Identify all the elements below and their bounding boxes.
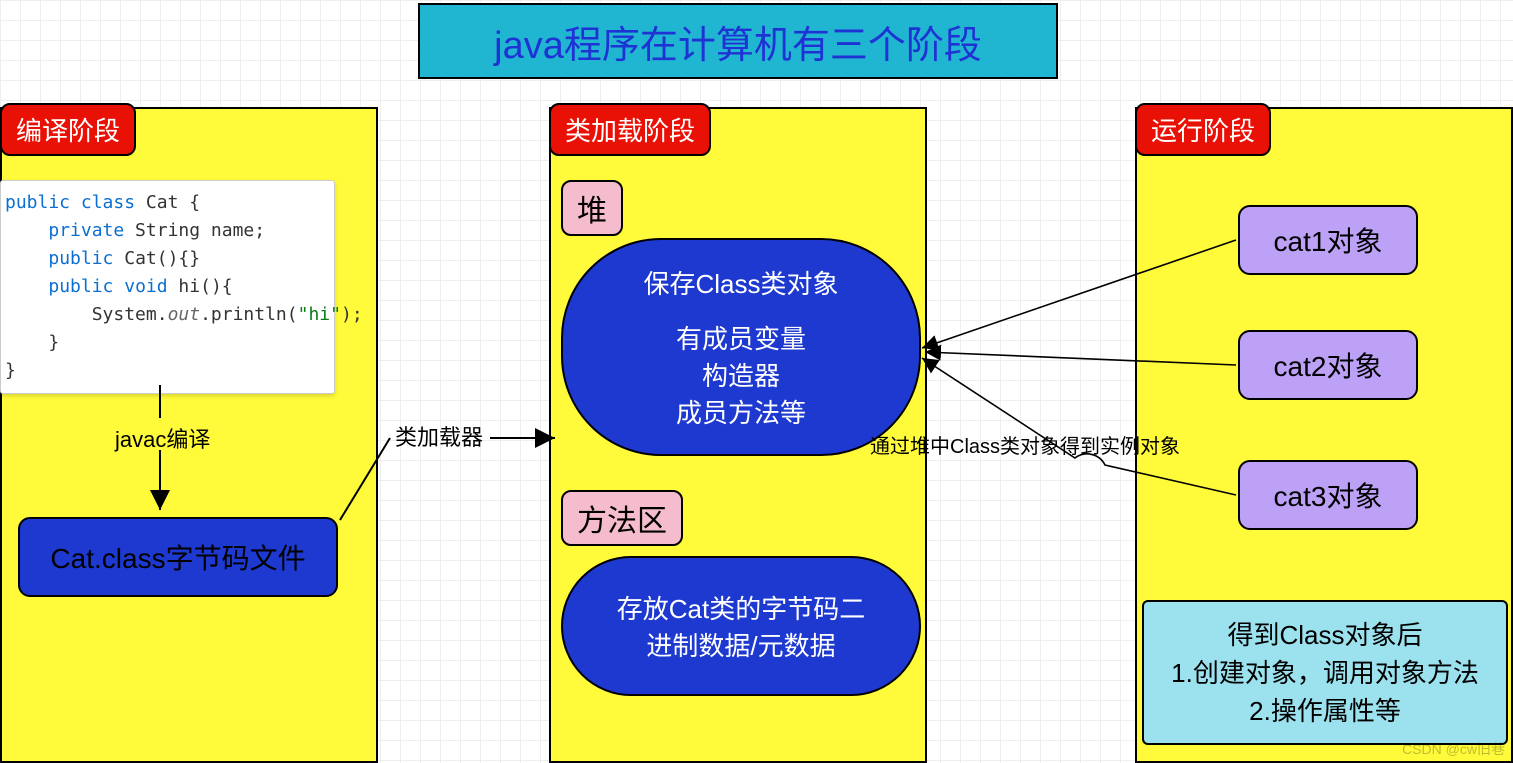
- result-box: 得到Class对象后 1.创建对象，调用对象方法 2.操作属性等: [1142, 600, 1508, 745]
- watermark: CSDN @cw旧巷: [1402, 739, 1505, 759]
- bytecode-box: Cat.class字节码文件: [18, 517, 338, 597]
- cat2-object: cat2对象: [1238, 330, 1418, 400]
- classloader-label: 类加载器: [395, 420, 483, 452]
- stage-load-label: 类加载阶段: [549, 103, 711, 156]
- instance-label: 通过堆中Class类对象得到实例对象: [870, 430, 1180, 459]
- stage-compile-label: 编译阶段: [0, 103, 136, 156]
- stage-run-label: 运行阶段: [1135, 103, 1271, 156]
- method-area-tag: 方法区: [561, 490, 683, 546]
- heap-tag: 堆: [561, 180, 623, 236]
- code-snippet: public class Cat { private String name; …: [0, 180, 335, 394]
- cat1-object: cat1对象: [1238, 205, 1418, 275]
- heap-object-box: 保存Class类对象 有成员变量 构造器 成员方法等: [561, 238, 921, 456]
- cat3-object: cat3对象: [1238, 460, 1418, 530]
- title-text: java程序在计算机有三个阶段: [494, 14, 982, 69]
- javac-label: javac编译: [115, 422, 210, 454]
- diagram-title: java程序在计算机有三个阶段: [418, 3, 1058, 79]
- method-area-box: 存放Cat类的字节码二 进制数据/元数据: [561, 556, 921, 696]
